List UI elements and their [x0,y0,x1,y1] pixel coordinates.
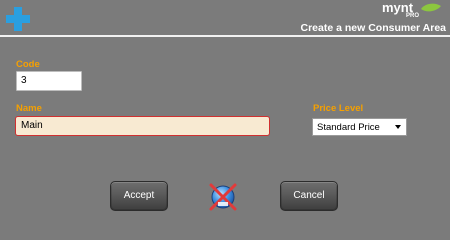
delete-disabled-icon[interactable] [206,181,240,212]
name-label: Name [16,103,42,114]
header-divider [0,35,450,37]
logo-subtext: PRO [406,13,420,19]
price-level-select[interactable]: Standard Price [312,118,407,136]
name-input[interactable]: Main [15,116,270,136]
price-level-value: Standard Price [317,122,380,133]
header-bar: mynt PRO Create a new Consumer Area [0,0,450,35]
plus-icon[interactable] [5,6,31,32]
page-title: Create a new Consumer Area [300,22,447,34]
consumer-area-dialog: mynt PRO Create a new Consumer Area Code… [0,0,450,212]
price-level-label: Price Level [313,103,364,114]
mynt-pro-logo: mynt PRO [382,0,444,22]
code-label: Code [16,59,40,70]
cancel-button[interactable]: Cancel [280,181,338,211]
leaf-icon [421,3,441,12]
code-input[interactable]: 3 [16,71,82,91]
dropdown-arrow-icon [395,125,401,129]
accept-button[interactable]: Accept [110,181,168,211]
